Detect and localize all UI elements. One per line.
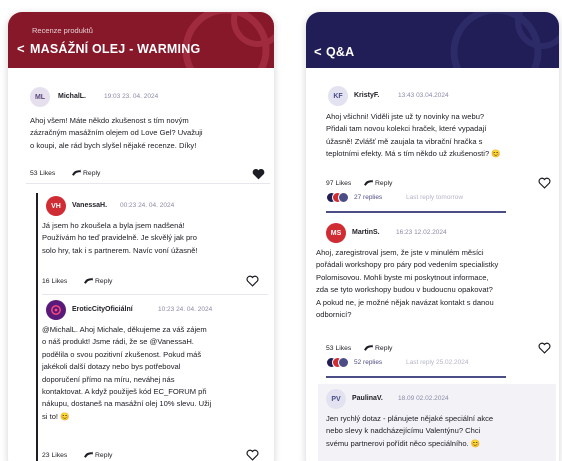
reply-text-line: Používám ho teď pravidelně. Je skvělý ja… <box>42 233 197 243</box>
reply-button[interactable]: Reply <box>84 277 112 285</box>
post-time: 10:23 24. 04. 2024 <box>158 306 213 313</box>
author-name[interactable]: PaulinaV. <box>352 395 383 402</box>
reply-label: Reply <box>95 451 113 459</box>
page-title: MASÁŽNÍ OLEJ - WARMING <box>30 42 201 56</box>
author-name[interactable]: EroticCityOficiální <box>72 306 133 313</box>
post-text-line: Ahoj všem! Máte někdo zkušenost s tím no… <box>30 116 189 125</box>
last-reply: Last reply 25.02.2024 <box>406 359 469 366</box>
brand-logo-icon[interactable] <box>46 300 66 320</box>
thread-text-line: odbornicí? <box>316 310 352 320</box>
thread-text: Ahoj všichni! Viděli jste už ty novinky … <box>326 111 556 161</box>
reply-button[interactable]: Reply <box>72 169 100 177</box>
replier-avatars[interactable] <box>326 192 350 203</box>
breadcrumb[interactable]: Recenze produktů <box>32 26 93 35</box>
last-reply: Last reply tomorrow <box>406 194 464 201</box>
page-title: Q&A <box>326 45 355 59</box>
reply-count[interactable]: 27 replies <box>354 194 382 201</box>
thread-text-line: Polomisovou. Mohli byste mi poskytnout i… <box>316 272 489 282</box>
reply-text-line: podělila o svou pozitivní zkušenost. Pok… <box>42 349 202 359</box>
back-chevron-icon[interactable]: < <box>17 42 25 56</box>
reply-label: Reply <box>95 277 113 285</box>
thread-text-line: pořádali workshopy pro páry pod vedením … <box>316 260 499 270</box>
like-count[interactable]: 16 Likes <box>42 278 67 285</box>
reply-arrow-icon <box>72 169 81 176</box>
heart-icon[interactable] <box>246 449 259 461</box>
reply-label: Reply <box>83 169 101 177</box>
avatar[interactable]: MS <box>326 223 346 243</box>
post-time: 13:43 03.04.2024 <box>398 92 449 99</box>
post-text-line: o koupi, ale rád bych slyšel nějaké rece… <box>30 140 197 150</box>
reply-arrow-icon <box>84 277 93 284</box>
reply-button[interactable]: Reply <box>84 451 112 459</box>
reply-text-line: si to! 😊 <box>42 411 70 421</box>
review-header: Recenze produktů < MASÁŽNÍ OLEJ - WARMIN… <box>8 12 274 68</box>
product-review-screen: Recenze produktů < MASÁŽNÍ OLEJ - WARMIN… <box>8 12 274 461</box>
reply-text-line: Já jsem ho zkoušela a byla jsem nadšená! <box>42 221 185 230</box>
reply-text-line: solo hry, tak i s partnerem. Navíc voní … <box>42 245 198 255</box>
divider <box>26 183 270 184</box>
thread-text-line: Ahoj, zaregistroval jsem, že jste v minu… <box>316 248 484 257</box>
reply-text-line: o náš produkt! Jsme rádi, že se @Vanessa… <box>42 337 194 347</box>
avatar[interactable]: VH <box>46 196 66 216</box>
like-count[interactable]: 97 Likes <box>326 180 351 187</box>
replier-avatars[interactable] <box>326 357 350 368</box>
thread-text-line: svému partnerovi pořídit něco speciálníh… <box>326 438 481 448</box>
author-name[interactable]: KristyF. <box>354 92 379 99</box>
author-name[interactable]: MichalL. <box>58 93 86 100</box>
post-text: Ahoj všem! Máte někdo zkušenost s tím no… <box>30 115 270 152</box>
post-time: 19:03 23. 04. 2024 <box>104 93 159 100</box>
thread-separator <box>326 211 506 213</box>
thread-text-line: Ahoj všichni! Viděli jste už ty novinky … <box>326 112 485 121</box>
reply-arrow-icon <box>364 179 373 186</box>
avatar[interactable]: KF <box>328 86 348 106</box>
like-count[interactable]: 53 Likes <box>30 170 55 177</box>
avatar[interactable]: PV <box>326 389 346 409</box>
author-name[interactable]: MartinS. <box>352 229 380 236</box>
reply-label: Reply <box>375 179 393 187</box>
reply-text-line: nákupu, dostaneš na masážní olej 10% sle… <box>42 399 212 409</box>
like-count[interactable]: 53 Likes <box>326 345 351 352</box>
reply-arrow-icon <box>364 344 373 351</box>
divider <box>42 294 268 295</box>
qa-screen: < Q&A KF KristyF. 13:43 03.04.2024 Ahoj … <box>306 12 559 461</box>
avatar[interactable]: ML <box>30 87 50 107</box>
reply-arrow-icon <box>84 451 93 458</box>
back-chevron-icon[interactable]: < <box>314 45 322 59</box>
reply-text: Já jsem ho zkoušela a byla jsem nadšená!… <box>42 220 268 257</box>
qa-header: < Q&A <box>306 12 559 68</box>
thread-text-line: Jen rychlý dotaz - plánujete nějaké spec… <box>326 414 494 423</box>
heart-filled-icon[interactable] <box>252 168 265 180</box>
heart-icon[interactable] <box>538 342 551 354</box>
thread-text: Ahoj, zaregistroval jsem, že jste v minu… <box>316 247 558 321</box>
like-count[interactable]: 23 Likes <box>42 452 67 459</box>
reply-text-line: kontaktovat. A když použiješ kód EC_FORU… <box>42 387 207 397</box>
reply-text: @MichalL. Ahoj Michale, děkujeme za váš … <box>42 324 272 423</box>
header-pattern <box>182 12 274 68</box>
reply-count[interactable]: 52 replies <box>354 359 382 366</box>
author-name[interactable]: VanessaH. <box>72 202 107 209</box>
reply-text-line: @MichalL. Ahoj Michale, děkujeme za váš … <box>42 325 207 334</box>
reply-text-line: doporučení přímo na míru, neváhej nás <box>42 374 175 384</box>
reply-label: Reply <box>375 344 393 352</box>
thread-text-line: Přidali tam novou kolekci hraček, které … <box>326 124 487 134</box>
thread-text-line: zda se tyto workshopy budou v budoucnu o… <box>316 285 493 295</box>
thread-separator <box>326 376 506 378</box>
thread-text: Jen rychlý dotaz - plánujete nějaké spec… <box>326 413 556 450</box>
header-pattern <box>450 12 559 68</box>
post-time: 00:23 24. 04. 2024 <box>120 202 175 209</box>
thread-text-line: úžasně! Zvlášť mě zaujala ta vibrační hr… <box>326 136 483 146</box>
post-time: 16:23 12.02.2024 <box>396 229 447 236</box>
reply-button[interactable]: Reply <box>364 179 392 187</box>
post-text-line: zázračným masážním olejem od Love Gel? U… <box>30 128 203 138</box>
reply-text-line: jakékoli další dotazy nebo bys potřebova… <box>42 362 181 372</box>
thread-text-line: teplotními efekty. Má s tím někdo už zku… <box>326 149 501 159</box>
heart-icon[interactable] <box>246 275 259 287</box>
thread-text-line: A pokud ne, je možné nějak navázat konta… <box>316 297 494 307</box>
thread-text-line: nebo slevy k nadcházejícímu Valentýnu? C… <box>326 426 481 436</box>
reply-button[interactable]: Reply <box>364 344 392 352</box>
reply-thread-line <box>36 193 38 461</box>
heart-icon[interactable] <box>538 177 551 189</box>
post-time: 18.09 02.02.2024 <box>398 395 449 402</box>
